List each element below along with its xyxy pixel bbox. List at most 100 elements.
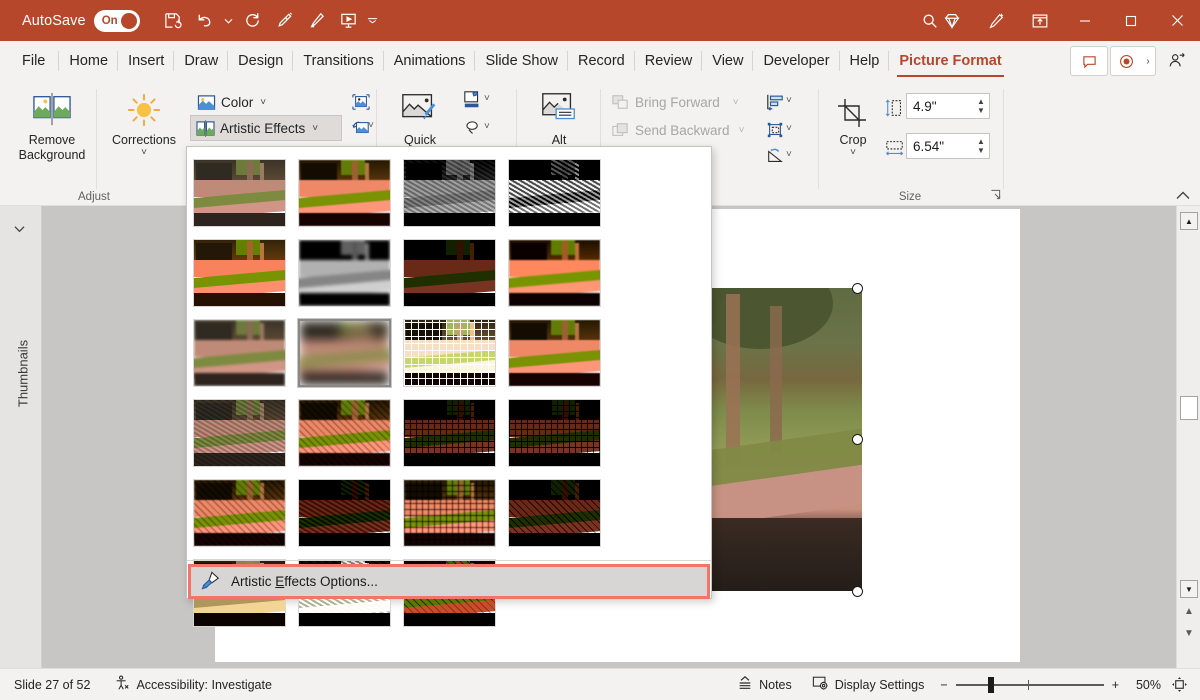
diamond-icon[interactable] <box>930 0 974 41</box>
artistic-effect-thumbnail[interactable] <box>397 313 502 393</box>
shape-height-field[interactable]: 4.9" ▲▼ <box>906 93 990 119</box>
picture-border-icon[interactable] <box>460 87 486 113</box>
autosave-toggle[interactable]: On <box>94 10 140 32</box>
shape-width-stepper[interactable]: ▲▼ <box>973 137 989 155</box>
alt-text-button[interactable]: Alt <box>518 87 600 148</box>
artistic-effects-caret-icon[interactable]: ˅ <box>312 123 318 134</box>
record-caret-icon[interactable]: › <box>1141 56 1155 67</box>
present-in-window-icon[interactable] <box>1018 0 1062 41</box>
artistic-effect-thumbnail[interactable] <box>397 153 502 233</box>
rotate-objects-icon[interactable] <box>762 143 788 169</box>
tab-record[interactable]: Record <box>568 41 635 81</box>
artistic-effect-thumbnail[interactable] <box>397 473 502 553</box>
artistic-effect-thumbnail[interactable] <box>187 393 292 473</box>
share-person-icon[interactable] <box>1158 46 1196 76</box>
designer-pen-icon[interactable] <box>974 0 1018 41</box>
comment-icon[interactable] <box>1070 46 1108 76</box>
artistic-effect-thumbnail[interactable] <box>187 313 292 393</box>
change-picture-caret-icon[interactable]: ˅ <box>368 120 374 131</box>
artistic-effect-thumbnail[interactable] <box>397 393 502 473</box>
zoom-in-button[interactable]: + <box>1108 669 1123 700</box>
previous-slide-button[interactable]: ▲ <box>1182 606 1196 617</box>
picture-border-caret-icon[interactable]: ˅ <box>484 93 490 104</box>
tab-developer[interactable]: Developer <box>753 41 839 81</box>
rotate-caret-icon[interactable]: ˅ <box>786 149 792 160</box>
zoom-level-label[interactable]: 50% <box>1127 678 1161 692</box>
artistic-effect-thumbnail[interactable] <box>292 153 397 233</box>
maximize-button[interactable] <box>1108 0 1154 41</box>
tab-file[interactable]: File <box>8 41 59 81</box>
next-slide-button[interactable]: ▼ <box>1182 628 1196 639</box>
customize-qat-caret-icon[interactable] <box>366 6 380 36</box>
picture-effects-icon[interactable] <box>460 115 486 141</box>
shape-height-stepper[interactable]: ▲▼ <box>973 97 989 115</box>
artistic-effect-thumbnail[interactable] <box>187 473 292 553</box>
compress-pictures-icon[interactable] <box>348 89 374 115</box>
tab-transitions[interactable]: Transitions <box>293 41 383 81</box>
pen-edit-icon[interactable] <box>302 6 332 36</box>
tab-slide-show[interactable]: Slide Show <box>475 41 568 81</box>
redo-icon[interactable] <box>238 6 268 36</box>
accessibility-status[interactable]: Accessibility: Investigate <box>106 669 279 700</box>
bring-forward-caret-icon[interactable]: ˅ <box>733 97 739 108</box>
display-settings-button[interactable]: Display Settings <box>804 669 933 700</box>
scroll-down-button[interactable]: ▼ <box>1180 580 1198 598</box>
artistic-effect-thumbnail[interactable] <box>292 393 397 473</box>
artistic-effects-button[interactable]: Artistic Effects ˅ <box>190 115 342 141</box>
notes-button[interactable]: Notes <box>729 669 800 700</box>
corrections-caret-icon[interactable]: ˅ <box>141 148 147 157</box>
remove-background-button[interactable]: Remove Background <box>10 87 94 163</box>
artistic-effect-thumbnail[interactable] <box>502 153 607 233</box>
corrections-button[interactable]: Corrections ˅ <box>104 87 184 157</box>
artistic-effect-thumbnail[interactable] <box>292 233 397 313</box>
artistic-effect-thumbnail[interactable] <box>502 393 607 473</box>
fit-slide-icon[interactable] <box>1165 669 1194 700</box>
resize-handle-middle-right[interactable] <box>852 434 863 445</box>
scroll-up-button[interactable]: ▲ <box>1180 212 1198 230</box>
artistic-effects-options[interactable]: Artistic Effects Options... <box>189 565 709 598</box>
artistic-effects-gallery[interactable]: Artistic Effects Options... <box>186 146 712 599</box>
artistic-effect-thumbnail[interactable] <box>502 313 607 393</box>
undo-icon[interactable] <box>190 6 220 36</box>
vertical-scrollbar[interactable]: ▲ ▼ ▲ ▼ <box>1176 206 1200 668</box>
send-backward-button[interactable]: Send Backward ˅ <box>606 117 748 143</box>
artistic-effect-thumbnail[interactable] <box>502 473 607 553</box>
resize-handle-top-right[interactable] <box>852 283 863 294</box>
tab-animations[interactable]: Animations <box>384 41 476 81</box>
zoom-thumb[interactable] <box>988 677 994 693</box>
pen-icon[interactable] <box>270 6 300 36</box>
collapse-ribbon-caret-icon[interactable] <box>1176 189 1190 203</box>
shape-width-field[interactable]: 6.54" ▲▼ <box>906 133 990 159</box>
scrollbar-thumb[interactable] <box>1180 396 1198 420</box>
artistic-effect-thumbnail[interactable] <box>187 233 292 313</box>
tab-view[interactable]: View <box>702 41 753 81</box>
send-backward-caret-icon[interactable]: ˅ <box>739 125 745 136</box>
crop-button[interactable]: Crop ˅ <box>824 87 882 157</box>
size-dialog-launcher-icon[interactable] <box>990 189 1001 203</box>
tab-help[interactable]: Help <box>840 41 890 81</box>
autosave-control[interactable]: AutoSave On <box>22 10 140 32</box>
quick-styles-button[interactable]: Quick <box>384 87 456 148</box>
resize-handle-bottom-right[interactable] <box>852 586 863 597</box>
crop-caret-icon[interactable]: ˅ <box>850 148 856 157</box>
tab-picture-format[interactable]: Picture Format <box>889 41 1011 81</box>
align-objects-icon[interactable] <box>762 89 788 115</box>
artistic-effect-thumbnail[interactable] <box>292 473 397 553</box>
minimize-button[interactable] <box>1062 0 1108 41</box>
picture-effects-caret-icon[interactable]: ˅ <box>484 121 490 132</box>
save-icon[interactable] <box>158 6 188 36</box>
color-button[interactable]: Color ˅ <box>192 89 270 115</box>
record-button[interactable]: › <box>1110 46 1156 76</box>
bring-forward-button[interactable]: Bring Forward ˅ <box>606 89 743 115</box>
start-presentation-icon[interactable] <box>334 6 364 36</box>
tab-home[interactable]: Home <box>59 41 118 81</box>
zoom-out-button[interactable]: − <box>936 669 951 700</box>
undo-dropdown-caret-icon[interactable] <box>222 6 236 36</box>
thumbnails-pane-collapsed[interactable]: Thumbnails <box>0 206 42 668</box>
tab-insert[interactable]: Insert <box>118 41 174 81</box>
tab-design[interactable]: Design <box>228 41 293 81</box>
close-button[interactable] <box>1154 0 1200 41</box>
artistic-effect-thumbnail-selected[interactable] <box>292 313 397 393</box>
color-caret-icon[interactable]: ˅ <box>260 97 266 108</box>
group-objects-icon[interactable] <box>762 117 788 143</box>
